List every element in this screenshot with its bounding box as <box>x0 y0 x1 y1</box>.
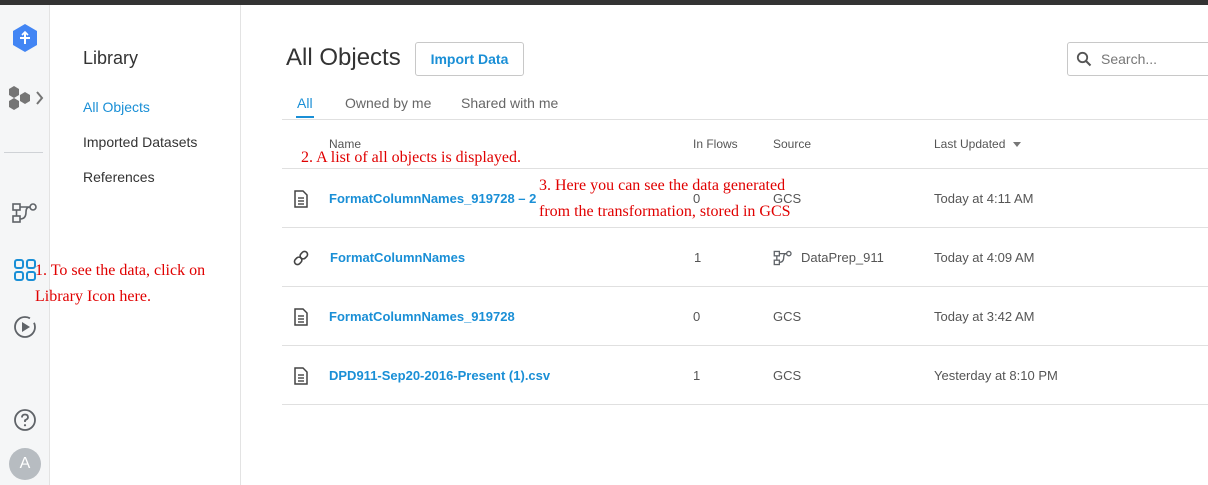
active-tab-indicator <box>296 116 314 118</box>
column-header-last-updated[interactable]: Last Updated <box>934 137 1022 151</box>
last-updated-value: Today at 4:09 AM <box>934 250 1035 265</box>
product-logo[interactable] <box>0 22 50 54</box>
play-circle-icon <box>14 316 36 338</box>
help-button[interactable] <box>0 408 50 432</box>
import-data-button[interactable]: Import Data <box>415 42 524 76</box>
search-input[interactable]: Search... <box>1101 51 1157 67</box>
in-flows-count: 0 <box>693 309 701 324</box>
rail-divider <box>4 152 43 153</box>
sort-caret-icon[interactable] <box>1013 142 1022 148</box>
source-flow-name: DataPrep_911 <box>801 250 884 265</box>
hexagons-expand-icon <box>9 86 44 110</box>
icon-rail: A <box>0 5 50 485</box>
tab-all[interactable]: All <box>297 95 313 111</box>
tab-shared-with-me[interactable]: Shared with me <box>461 95 558 111</box>
source-value: GCS <box>773 309 802 324</box>
annotation-step-1-line-1: 1. To see the data, click on <box>35 262 206 279</box>
dataprep-logo-icon <box>13 24 37 52</box>
object-name-link[interactable]: FormatColumnNames_919728 – 2 <box>329 169 536 228</box>
datasets-menu-button[interactable] <box>0 85 50 111</box>
library-nav-references[interactable]: References <box>83 169 155 185</box>
object-name-link[interactable]: DPD911-Sep20-2016-Present (1).csv <box>329 346 550 405</box>
library-nav: Library All Objects Imported Datasets Re… <box>51 5 241 485</box>
flow-icon <box>773 250 792 265</box>
search-box[interactable]: Search... <box>1067 42 1208 76</box>
object-name-link[interactable]: FormatColumnNames_919728 <box>329 287 515 346</box>
annotation-step-3-line-2: from the transformation, stored in GCS <box>539 203 791 220</box>
dataset-file-icon <box>290 169 312 228</box>
annotation-step-1: 1. To see the data, click on Library Ico… <box>35 258 205 310</box>
last-updated-value: Today at 4:11 AM <box>934 191 1034 206</box>
library-title: Library <box>83 48 139 68</box>
table-row[interactable]: DPD911-Sep20-2016-Present (1).csv 1 GCS … <box>282 346 1208 405</box>
flows-nav-button[interactable] <box>0 202 50 224</box>
column-header-last-updated-label: Last Updated <box>934 137 1006 151</box>
in-flows-count: 1 <box>694 250 702 265</box>
annotation-step-3-line-1: 3. Here you can see the data generated <box>539 177 786 194</box>
search-icon <box>1076 51 1092 67</box>
annotation-step-1-line-2: Library Icon here. <box>35 288 151 305</box>
object-name-link[interactable]: FormatColumnNames <box>330 228 465 287</box>
avatar: A <box>9 448 41 480</box>
last-updated-value: Yesterday at 8:10 PM <box>934 368 1058 383</box>
source-value[interactable]: DataPrep_911 <box>773 228 884 287</box>
annotation-step-3: 3. Here you can see the data generated f… <box>539 173 791 225</box>
dataset-file-icon <box>290 346 312 405</box>
user-avatar-button[interactable]: A <box>0 448 50 480</box>
in-flows-count: 1 <box>693 368 701 383</box>
flow-icon <box>12 203 37 223</box>
column-header-in-flows[interactable]: In Flows <box>693 137 738 151</box>
reference-link-icon <box>290 228 312 287</box>
table-row[interactable]: FormatColumnNames_919728 0 GCS Today at … <box>282 287 1208 346</box>
table-row[interactable]: FormatColumnNames 1 DataPrep_911 Today a… <box>282 228 1208 287</box>
tabs-divider <box>282 119 1208 120</box>
library-nav-all-objects[interactable]: All Objects <box>83 99 150 115</box>
dataset-file-icon <box>290 287 312 346</box>
page-title: All Objects <box>286 44 401 71</box>
library-grid-icon <box>14 259 36 281</box>
help-circle-icon <box>14 409 36 431</box>
source-value: GCS <box>773 368 802 383</box>
column-header-source[interactable]: Source <box>773 137 811 151</box>
annotation-step-2: 2. A list of all objects is displayed. <box>301 149 521 166</box>
library-nav-imported-datasets[interactable]: Imported Datasets <box>83 134 197 150</box>
jobs-nav-button[interactable] <box>0 314 50 340</box>
tab-owned-by-me[interactable]: Owned by me <box>345 95 431 111</box>
last-updated-value: Today at 3:42 AM <box>934 309 1035 324</box>
